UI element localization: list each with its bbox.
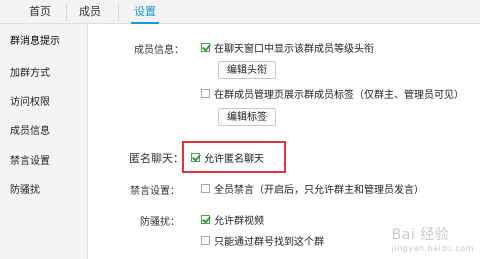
show-tag-label: 在群成员管理页展示群成员标签（仅群主、管理员可见） [214,89,464,101]
allow-anonymous-checkbox[interactable] [191,152,200,162]
mute-all-label: 全员禁言（开启后，只允许群主和管理员发言） [214,184,424,196]
mute-settings-label: 禁言设置： [130,186,180,197]
edit-title-button[interactable]: 编辑头衔 [218,61,276,79]
sidebar-item-join-method[interactable]: 加群方式 [10,64,50,79]
allow-anonymous-label: 允许匿名聊天 [204,153,264,165]
member-info-label: 成员信息： [134,45,184,56]
mute-all-checkbox[interactable] [201,183,210,193]
tab-divider [66,3,67,21]
show-tag-in-manage-option[interactable]: 在群成员管理页展示群成员标签（仅群主、管理员可见） [201,86,464,101]
allow-video-checkbox[interactable] [201,214,210,224]
find-by-number-checkbox[interactable] [201,235,210,245]
allow-video-label: 允许群视频 [214,215,264,227]
mute-all-option[interactable]: 全员禁言（开启后，只允许群主和管理员发言） [201,181,424,196]
show-rank-label: 在聊天窗口中显示该群成员等级头衔 [214,43,374,55]
sidebar-item-mute-settings[interactable]: 禁言设置 [10,152,50,167]
find-by-number-label: 只能通过群号找到这个群 [214,236,324,248]
allow-anonymous-chat-option[interactable]: 允许匿名聊天 [191,150,264,165]
edit-tag-button[interactable]: 编辑标签 [218,108,276,126]
allow-group-video-option[interactable]: 允许群视频 [201,212,264,227]
show-rank-in-chat-option[interactable]: 在聊天窗口中显示该群成员等级头衔 [201,40,374,55]
watermark-text: Bai 经验 [391,227,450,243]
sidebar-item-group-message-notice[interactable]: 群消息提示 [10,32,60,47]
anonymous-chat-label: 匿名聊天： [129,152,184,165]
baidu-jingyan-watermark: Bai 经验 jingyan.baidu.com [392,224,474,253]
sidebar-item-access-permission[interactable]: 访问权限 [10,93,50,108]
watermark-brand: jingyan.baidu.com [391,244,474,253]
sidebar-item-anti-harassment[interactable]: 防骚扰 [10,181,40,196]
tab-home[interactable]: 首页 [28,4,52,23]
show-tag-checkbox[interactable] [201,88,210,98]
tab-settings[interactable]: 设置 [131,4,159,24]
top-tab-bar: 首页 成员 设置 [0,0,480,24]
sidebar-item-member-info[interactable]: 成员信息 [10,122,50,137]
show-rank-checkbox[interactable] [201,42,210,52]
tab-divider [118,3,119,21]
anti-harass-label: 防骚扰： [140,217,180,228]
find-by-number-only-option[interactable]: 只能通过群号找到这个群 [201,233,324,248]
tab-members[interactable]: 成员 [78,4,102,23]
settings-sidebar: 群消息提示 加群方式 访问权限 成员信息 禁言设置 防骚扰 [0,24,88,259]
